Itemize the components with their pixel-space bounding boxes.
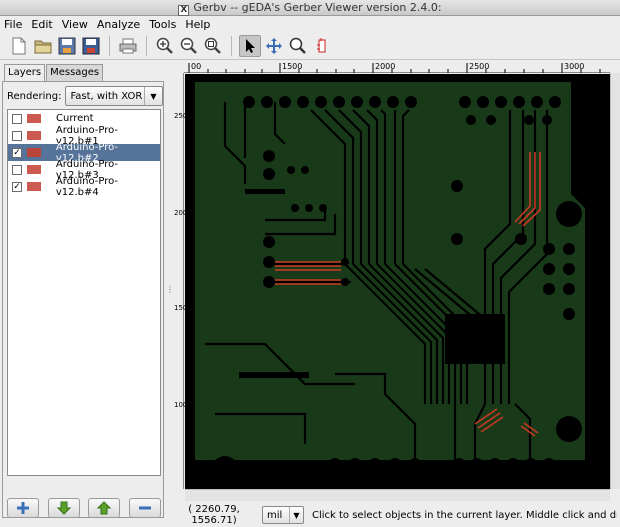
menu-edit[interactable]: Edit: [31, 18, 52, 31]
horizontal-ruler-ticks: 00 1500 2000 2500 3000: [188, 62, 601, 73]
print-button[interactable]: [117, 35, 139, 57]
layer-visibility-checkbox[interactable]: [12, 164, 22, 175]
status-bar: ( 2260.79, 1556.71) mil ▼ Click to select…: [166, 503, 620, 527]
layer-name: Current: [56, 113, 94, 124]
zoom-tool-icon: [289, 37, 306, 54]
zoom-out-icon: [180, 37, 197, 54]
arrow-up-icon: [97, 501, 112, 515]
print-icon: [119, 38, 137, 53]
vertical-ruler: 2500 2000 1500 1000: [174, 73, 192, 489]
toolbar-separator: [231, 35, 232, 56]
arrow-down-icon: [56, 501, 71, 515]
layer-list: Current Arduino-Pro-v12.b#1 ✓ Arduino-Pro-v…: [7, 109, 161, 476]
title-bar: X Gerbv -- gEDA's Gerber Viewer version 2…: [0, 0, 620, 16]
add-layer-button[interactable]: [7, 498, 39, 518]
pane-splitter[interactable]: ⋮: [166, 61, 174, 518]
vertical-scrollbar[interactable]: [610, 73, 620, 489]
layer-name: Arduino-Pro-v12.b#4: [55, 175, 119, 198]
menu-file[interactable]: File: [4, 18, 22, 31]
layer-color-swatch[interactable]: [26, 182, 41, 191]
ruler-label: 1000: [174, 401, 192, 409]
dropdown-arrow-icon: ▼: [289, 507, 303, 523]
new-file-button[interactable]: [8, 35, 30, 57]
measure-tool-icon: [317, 37, 326, 52]
rendering-value: Fast, with XOR: [70, 90, 143, 102]
layers-panel: Layers Messages Rendering: Fast, with XO…: [0, 61, 166, 518]
ruler-label: 3000: [564, 62, 584, 71]
rendering-select[interactable]: Fast, with XOR ▼: [65, 86, 163, 106]
menu-bar: File Edit View Analyze Tools Help: [0, 16, 620, 32]
ruler-label: 00: [191, 62, 201, 71]
pan-tool-icon: [266, 37, 282, 54]
zoom-fit-icon: [204, 37, 221, 54]
layer-visibility-checkbox[interactable]: ✓: [12, 147, 22, 158]
save-button[interactable]: [80, 35, 102, 57]
zoom-in-icon: [156, 37, 173, 54]
remove-icon: [138, 506, 151, 510]
ruler-label: 2500: [174, 112, 192, 120]
zoom-fit-button[interactable]: [202, 35, 224, 57]
open-file-button[interactable]: [32, 35, 54, 57]
toolbar: [0, 32, 620, 60]
layer-buttons: [7, 498, 161, 520]
measure-tool-button[interactable]: [311, 35, 333, 57]
ruler-label: 2500: [469, 62, 489, 71]
rendering-label: Rendering:: [7, 90, 62, 102]
tab-layers[interactable]: Layers: [4, 64, 46, 82]
toolbar-separator: [146, 35, 147, 56]
menu-view[interactable]: View: [62, 18, 88, 31]
remove-layer-button[interactable]: [128, 498, 161, 518]
layer-visibility-checkbox[interactable]: [12, 113, 22, 124]
horizontal-ruler: 00 1500 2000 2500 3000: [184, 61, 610, 73]
pointer-tool-button[interactable]: [239, 34, 261, 57]
unit-value: mil: [267, 509, 283, 521]
save-icon: [82, 37, 100, 54]
window-title: Gerbv -- gEDA's Gerber Viewer version 2.…: [193, 1, 442, 14]
zoom-out-button[interactable]: [178, 35, 200, 57]
pointer-tool-icon: [246, 38, 255, 53]
zoom-in-button[interactable]: [154, 35, 176, 57]
open-file-icon: [34, 40, 52, 53]
menu-help[interactable]: Help: [185, 18, 210, 31]
menu-tools[interactable]: Tools: [149, 18, 176, 31]
layer-color-swatch[interactable]: [27, 114, 41, 123]
layer-row[interactable]: ✓ Arduino-Pro-v12.b#4: [8, 175, 160, 198]
ruler-label: 2000: [375, 62, 395, 71]
unit-select[interactable]: mil ▼: [262, 506, 304, 524]
app-icon: X: [178, 5, 190, 16]
toolbar-separator: [109, 35, 110, 56]
layer-visibility-checkbox[interactable]: ✓: [12, 181, 22, 192]
cursor-coordinates: ( 2260.79, 1556.71): [188, 504, 240, 526]
layer-color-swatch[interactable]: [26, 148, 41, 157]
pcb-render: [185, 74, 610, 489]
move-layer-up-button[interactable]: [88, 498, 121, 518]
dropdown-arrow-icon: ▼: [144, 87, 162, 105]
tab-body: Rendering: Fast, with XOR ▼ Current Arduin…: [2, 81, 164, 518]
status-message: Click to select objects in the current l…: [312, 509, 617, 521]
add-icon: [17, 502, 29, 514]
gerber-canvas[interactable]: [185, 74, 610, 489]
revert-button[interactable]: [56, 35, 78, 57]
layer-visibility-checkbox[interactable]: [12, 130, 22, 141]
layer-color-swatch[interactable]: [26, 165, 41, 174]
horizontal-scrollbar[interactable]: [185, 489, 610, 501]
drawing-area: 00 1500 2000 2500 3000 2500 2000 1500 10…: [174, 61, 620, 501]
menu-analyze[interactable]: Analyze: [97, 18, 140, 31]
ruler-label: 1500: [174, 304, 192, 312]
ruler-label: 1500: [282, 62, 302, 71]
ruler-label: 2000: [174, 209, 192, 217]
tab-messages[interactable]: Messages: [46, 64, 104, 81]
new-file-icon: [12, 37, 26, 54]
zoom-tool-button[interactable]: [287, 35, 309, 57]
sidebar-tabs: Layers Messages: [4, 64, 104, 82]
layer-color-swatch[interactable]: [26, 131, 41, 140]
move-layer-down-button[interactable]: [47, 498, 80, 518]
revert-icon: [58, 37, 76, 54]
pan-tool-button[interactable]: [263, 35, 285, 57]
rendering-row: Rendering: Fast, with XOR ▼: [7, 85, 163, 107]
